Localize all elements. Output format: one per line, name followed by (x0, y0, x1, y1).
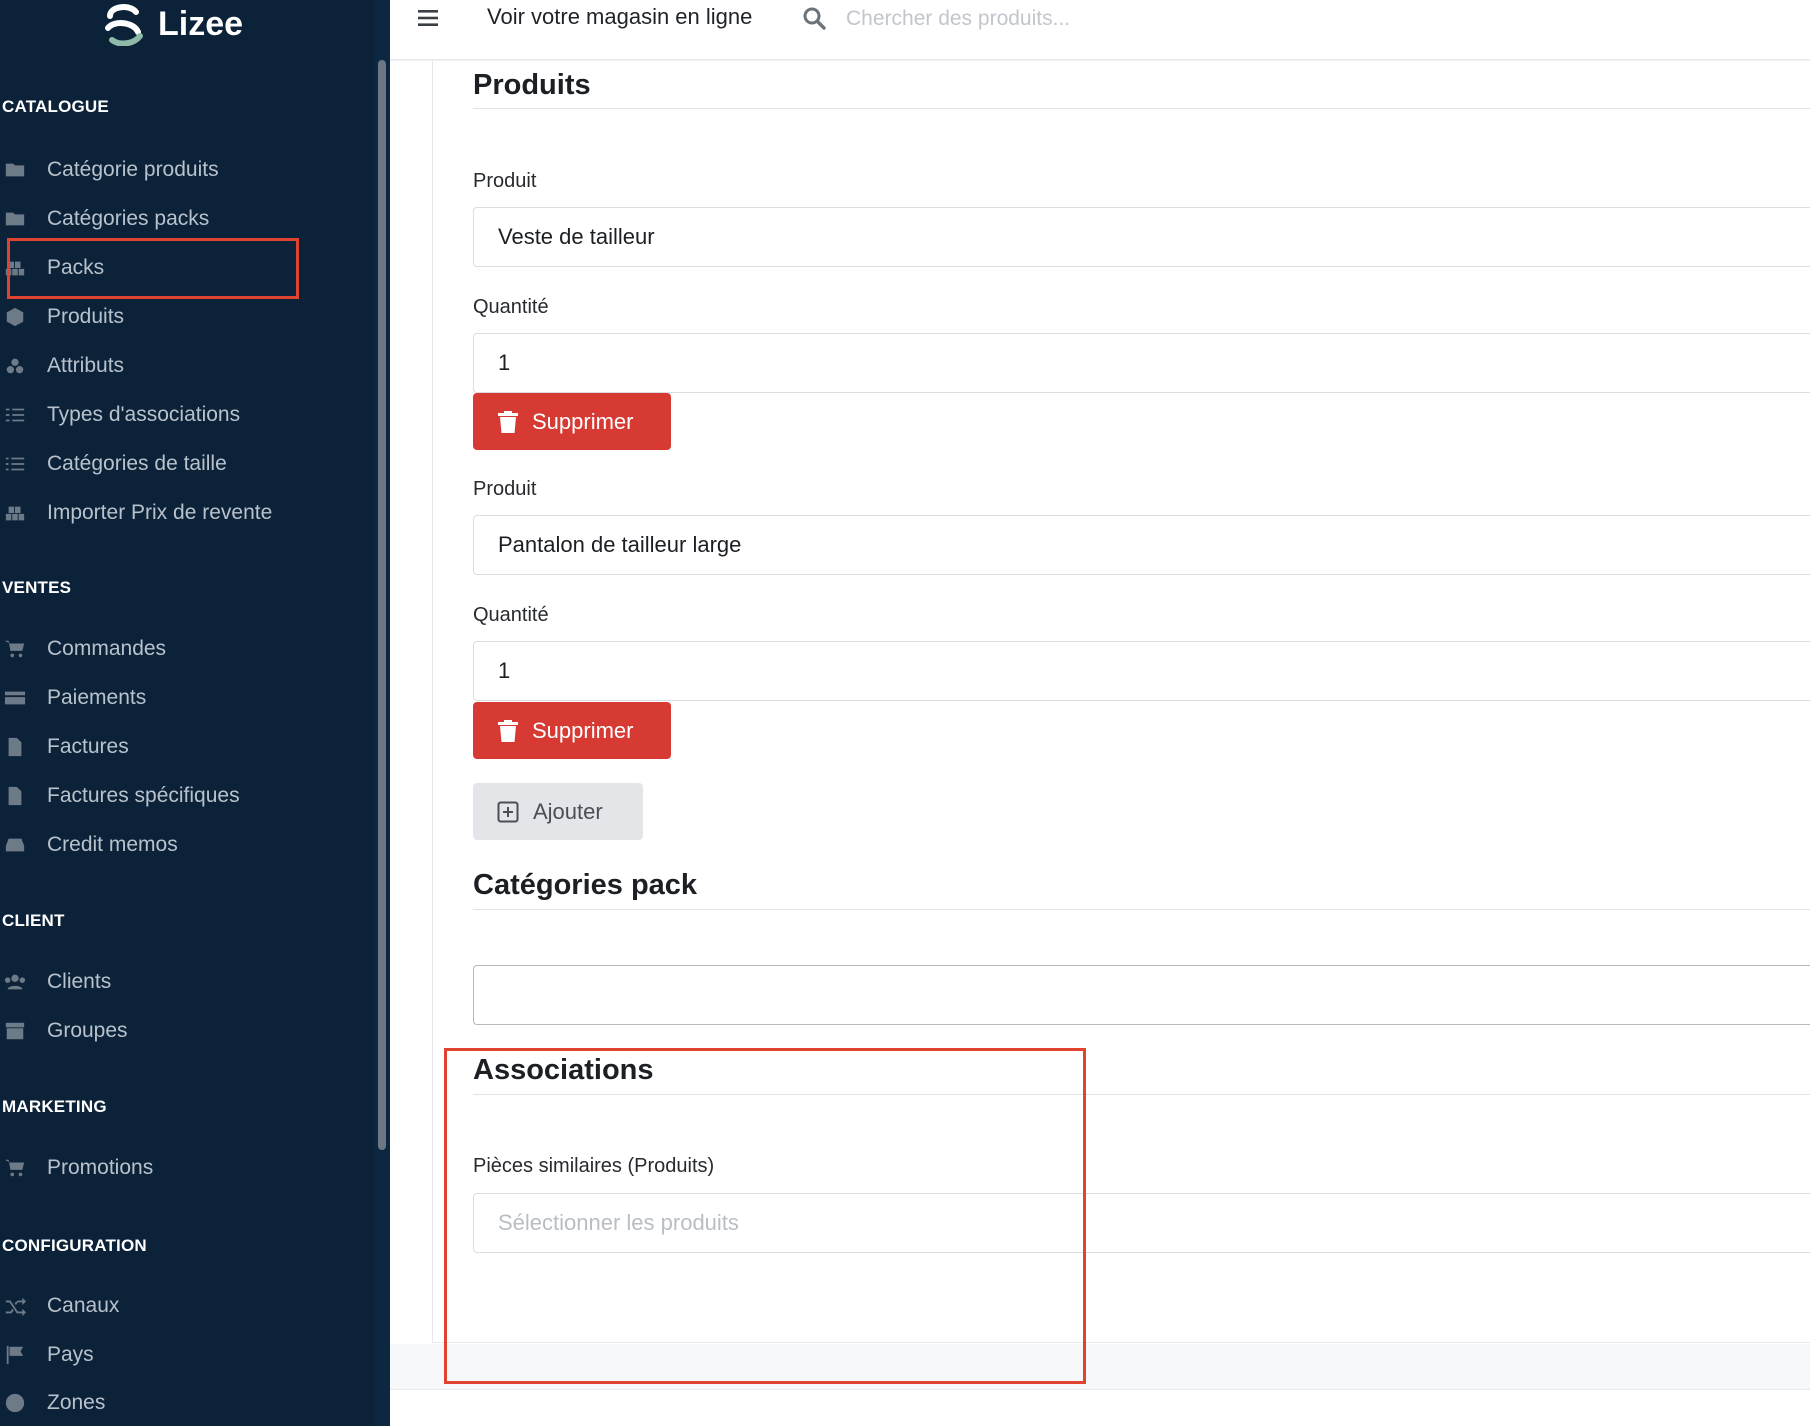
pack-categories-field[interactable] (473, 965, 1810, 1025)
cube-icon (2, 304, 28, 330)
file-icon (2, 734, 28, 760)
sidebar-item-label: Groupes (47, 1019, 128, 1042)
cubes-icon (2, 500, 28, 526)
sidebar-item-label: Importer Prix de revente (47, 501, 273, 524)
sidebar-item-label: Credit memos (47, 833, 178, 856)
add-product-button[interactable]: Ajouter (473, 783, 643, 840)
lizee-logo-icon (105, 4, 143, 46)
sidebar-item-paiements[interactable]: Paiements (0, 677, 370, 719)
produit-field-2[interactable] (473, 515, 1810, 575)
sidebar-item-label: Attributs (47, 354, 125, 377)
section-title-client: CLIENT (2, 911, 65, 930)
sidebar-item-canaux[interactable]: Canaux (0, 1285, 370, 1327)
sidebar-item-label: Catégories packs (47, 207, 210, 230)
tasks-icon (2, 402, 28, 428)
quantite-label: Quantité (473, 296, 549, 318)
sidebar-item-categories-taille[interactable]: Catégories de taille (0, 443, 370, 485)
top-bar: Voir votre magasin en ligne (390, 0, 1810, 60)
section-title-catalogue: CATALOGUE (2, 97, 109, 116)
sidebar-scroll-thumb[interactable] (378, 60, 386, 1150)
section-title-produits: Produits (473, 69, 591, 101)
sidebar-item-label: Factures (47, 735, 129, 758)
sidebar-item-factures-specifiques[interactable]: Factures spécifiques (0, 775, 370, 817)
sidebar-item-label: Types d'associations (47, 403, 241, 426)
folder-icon (2, 157, 28, 183)
section-divider (473, 108, 1810, 109)
sidebar-item-promotions[interactable]: Promotions (0, 1147, 370, 1189)
sidebar-scrollbar[interactable] (374, 0, 390, 1426)
cart-icon (2, 636, 28, 662)
produit-label: Produit (473, 170, 537, 192)
inbox-icon (2, 832, 28, 858)
sidebar-item-label: Commandes (47, 637, 167, 660)
sidebar-item-label: Promotions (47, 1156, 154, 1179)
flag-icon (2, 1342, 28, 1368)
hamburger-menu-icon[interactable] (416, 6, 440, 30)
brand-name: Lizee (158, 4, 244, 43)
highlight-box-associations (444, 1048, 1086, 1384)
highlight-box-packs (7, 238, 299, 299)
section-title-configuration: CONFIGURATION (2, 1236, 147, 1255)
delete-product-button-1[interactable]: Supprimer (473, 393, 671, 450)
delete-button-label: Supprimer (532, 408, 634, 434)
sidebar-item-label: Zones (47, 1391, 106, 1414)
trash-icon (498, 410, 518, 433)
brand-logo[interactable]: Lizee (100, 0, 243, 48)
sidebar-item-produits[interactable]: Produits (0, 296, 370, 338)
archive-icon (2, 1018, 28, 1044)
cart-plus-icon (2, 1155, 28, 1181)
sidebar-item-types-associations[interactable]: Types d'associations (0, 394, 370, 436)
sidebar-item-factures[interactable]: Factures (0, 726, 370, 768)
globe-icon (2, 1390, 28, 1416)
produit-label: Produit (473, 478, 537, 500)
sidebar-item-credit-memos[interactable]: Credit memos (0, 824, 370, 866)
view-store-link[interactable]: Voir votre magasin en ligne (487, 4, 752, 30)
sidebar-item-zones[interactable]: Zones (0, 1382, 370, 1424)
cubes-outline-icon (2, 353, 28, 379)
add-button-label: Ajouter (533, 798, 603, 824)
sidebar-item-attributs[interactable]: Attributs (0, 345, 370, 387)
sidebar-item-label: Pays (47, 1343, 94, 1366)
shuffle-icon (2, 1293, 28, 1319)
product-search-input[interactable] (844, 0, 1244, 38)
sidebar-item-groupes[interactable]: Groupes (0, 1010, 370, 1052)
sidebar-item-pays[interactable]: Pays (0, 1334, 370, 1376)
section-divider (473, 909, 1810, 910)
sidebar-item-label: Catégories de taille (47, 452, 227, 475)
sidebar-item-importer-prix[interactable]: Importer Prix de revente (0, 492, 370, 534)
sidebar-item-label: Catégorie produits (47, 158, 219, 181)
search-icon (803, 7, 826, 30)
section-title-categories-pack: Catégories pack (473, 869, 698, 901)
sidebar-item-commandes[interactable]: Commandes (0, 628, 370, 670)
sidebar-item-categorie-produits[interactable]: Catégorie produits (0, 149, 370, 191)
sidebar-item-label: Canaux (47, 1294, 120, 1317)
sidebar-item-label: Paiements (47, 686, 147, 709)
users-icon (2, 969, 28, 995)
quantite-field-2[interactable] (473, 641, 1810, 701)
plus-square-icon (497, 801, 519, 822)
file-icon (2, 783, 28, 809)
folder-icon (2, 206, 28, 232)
sidebar-item-label: Clients (47, 970, 112, 993)
sidebar-item-categories-packs[interactable]: Catégories packs (0, 198, 370, 240)
credit-card-icon (2, 685, 28, 711)
section-title-ventes: VENTES (2, 578, 72, 597)
produit-field-1[interactable] (473, 207, 1810, 267)
sidebar-item-label: Produits (47, 305, 125, 328)
sidebar-item-label: Factures spécifiques (47, 784, 240, 807)
delete-button-label: Supprimer (532, 717, 634, 743)
list-icon (2, 451, 28, 477)
trash-icon (498, 719, 518, 742)
quantite-label: Quantité (473, 604, 549, 626)
quantite-field-1[interactable] (473, 333, 1810, 393)
section-title-marketing: MARKETING (2, 1097, 107, 1116)
sidebar-item-clients[interactable]: Clients (0, 961, 370, 1003)
sidebar: Lizee CATALOGUE Catégorie produits Catég… (0, 0, 374, 1426)
delete-product-button-2[interactable]: Supprimer (473, 702, 671, 759)
